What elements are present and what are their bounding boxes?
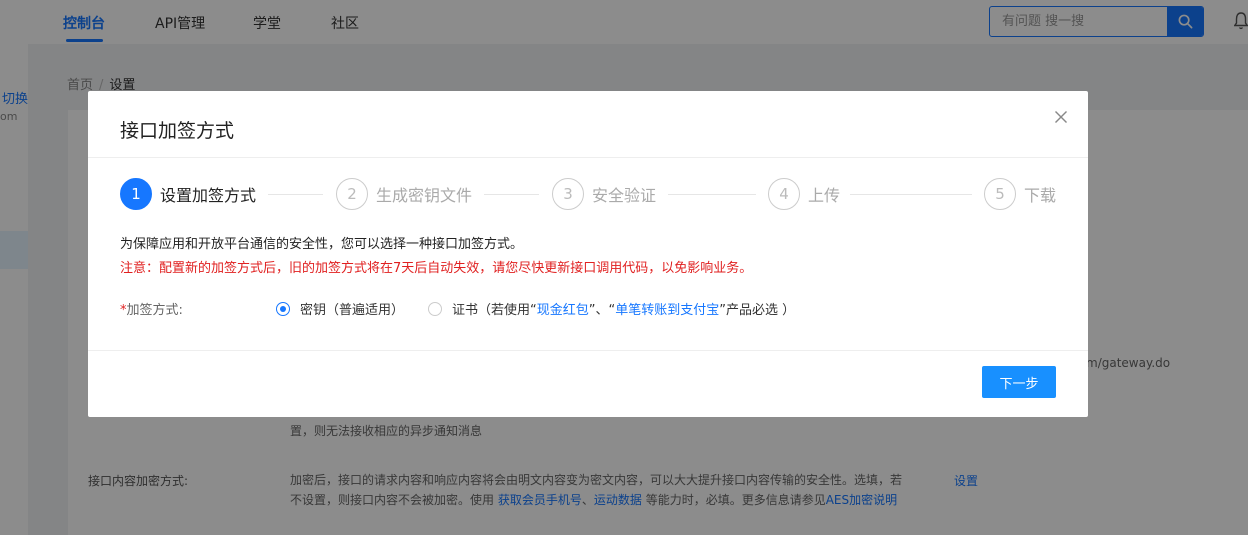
step-number: 1 [120,178,152,210]
step-connector [850,194,972,195]
radio-cert-suffix: ”产品必选 ） [719,303,796,318]
step-connector [484,194,539,195]
step-label: 安全验证 [592,186,657,205]
radio-cert-prefix: 证书（若使用“ [452,303,537,318]
step-1: 1 设置加签方式 [120,178,256,210]
next-step-button[interactable]: 下一步 [982,366,1056,398]
intro-text: 为保障应用和开放平台通信的安全性，您可以选择一种接口加签方式。 [120,237,524,252]
step-connector [268,194,323,195]
radio-indicator-checked[interactable] [276,301,290,316]
modal-header-divider [88,157,1088,158]
step-number: 2 [336,178,368,210]
radio-cert-middle: ”、“ [588,303,616,318]
modal-footer-divider [88,350,1088,351]
radio-key-option[interactable]: 密钥（普遍适用） [276,299,404,318]
modal-title: 接口加签方式 [120,120,235,142]
step-number: 4 [768,178,800,210]
step-2: 2 生成密钥文件 [336,178,472,210]
signing-method-label: *加签方式: [120,299,183,318]
step-label: 上传 [808,186,841,205]
step-connector [668,194,756,195]
radio-key-label: 密钥（普遍适用） [300,303,405,318]
close-icon[interactable] [1054,110,1068,124]
step-number: 3 [552,178,584,210]
step-5: 5 下载 [984,178,1056,210]
cash-redpacket-link[interactable]: 现金红包 [537,299,589,318]
step-number: 5 [984,178,1016,210]
radio-cert-option[interactable]: 证书（若使用“ 现金红包 ”、“ 单笔转账到支付宝 ”产品必选 ） [428,299,795,318]
step-label: 生成密钥文件 [376,186,473,205]
warning-text: 注意：配置新的加签方式后，旧的加签方式将在7天后自动失效，请您尽快更新接口调用代… [120,261,753,276]
signing-method-label-text: 加签方式: [126,303,183,318]
radio-indicator[interactable] [428,301,442,316]
signing-method-modal: 接口加签方式 1 设置加签方式 2 生成密钥文件 3 安全验证 4 上传 5 下… [88,91,1088,417]
step-4: 4 上传 [768,178,840,210]
step-label: 设置加签方式 [160,186,257,205]
step-label: 下载 [1024,186,1057,205]
step-3: 3 安全验证 [552,178,656,210]
single-transfer-link[interactable]: 单笔转账到支付宝 [615,299,719,318]
